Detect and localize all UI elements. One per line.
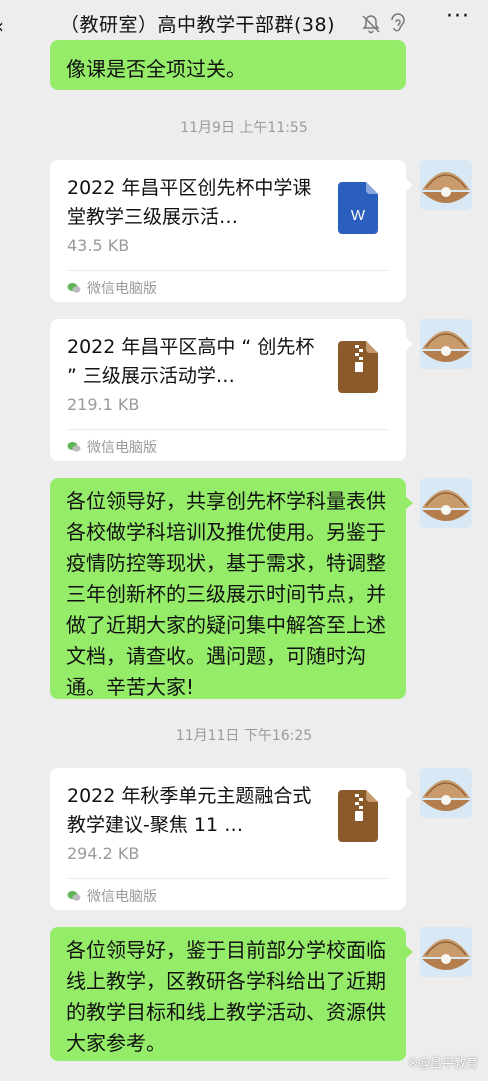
message-bubble[interactable]: 像课是否全项过关。 bbox=[50, 40, 406, 90]
message-text: 像课是否全项过关。 bbox=[66, 57, 246, 81]
file-name: 2022 年秋季单元主题融合式教学建议-聚焦 11 … bbox=[67, 785, 312, 836]
file-size: 219.1 KB bbox=[67, 395, 140, 414]
mute-bell-icon bbox=[362, 15, 380, 34]
wechat-pc-icon bbox=[67, 442, 81, 452]
source-text: 微信电脑版 bbox=[87, 281, 157, 297]
avatar[interactable] bbox=[420, 319, 472, 369]
pearl-shell-avatar-icon bbox=[420, 768, 472, 818]
wechat-pc-icon bbox=[67, 283, 81, 293]
back-icon[interactable]: ‹ bbox=[0, 14, 4, 38]
avatar[interactable] bbox=[420, 927, 472, 977]
message-bubble[interactable]: 各位领导好，鉴于目前部分学校面临线上教学，区教研各学科给出了近期的教学目标和线上… bbox=[50, 927, 413, 1061]
svg-text:W: W bbox=[351, 207, 366, 224]
file-size: 43.5 KB bbox=[67, 236, 130, 255]
timestamp: 11月11日 下午16:25 bbox=[175, 728, 313, 744]
pearl-shell-avatar-icon bbox=[420, 319, 472, 369]
file-name: 2022 年昌平区高中 “ 创先杯 ” 三级展示活动学… bbox=[67, 336, 315, 387]
pearl-shell-avatar-icon bbox=[420, 478, 472, 528]
watermark: ※@昌平教育 bbox=[407, 1056, 478, 1070]
zip-icon bbox=[338, 790, 378, 842]
message-text: 各位领导好，鉴于目前部分学校面临线上教学，区教研各学科给出了近期的教学目标和线上… bbox=[66, 938, 386, 1055]
file-size: 294.2 KB bbox=[67, 844, 140, 863]
bubble-tail bbox=[405, 945, 413, 959]
file-message-card[interactable]: 2022 年秋季单元主题融合式教学建议-聚焦 11 … 294.2 KB 微信电… bbox=[50, 768, 413, 910]
bubble-tail bbox=[405, 178, 413, 192]
message-text: 各位领导好，共享创先杯学科量表供各校做学科培训及推优使用。另鉴于疫情防控等现状，… bbox=[66, 489, 386, 699]
zip-icon bbox=[338, 341, 378, 393]
wechat-pc-icon bbox=[67, 891, 81, 901]
source-text: 微信电脑版 bbox=[87, 889, 157, 905]
timestamp: 11月9日 上午11:55 bbox=[180, 120, 308, 136]
message-bubble[interactable]: 各位领导好，共享创先杯学科量表供各校做学科培训及推优使用。另鉴于疫情防控等现状，… bbox=[50, 478, 413, 699]
source-text: 微信电脑版 bbox=[87, 440, 157, 456]
avatar[interactable] bbox=[420, 768, 472, 818]
file-message-card[interactable]: 2022 年昌平区高中 “ 创先杯 ” 三级展示活动学… 219.1 KB 微信… bbox=[50, 319, 413, 461]
source-label: 微信电脑版 bbox=[67, 437, 157, 457]
more-options-button[interactable]: ··· bbox=[446, 4, 470, 29]
word-icon: W bbox=[338, 182, 378, 234]
card-divider bbox=[67, 878, 389, 879]
source-label: 微信电脑版 bbox=[67, 278, 157, 298]
file-message-card[interactable]: 2022 年昌平区创先杯中学课堂教学三级展示活… 43.5 KB W 微信电脑版 bbox=[50, 160, 413, 302]
avatar[interactable] bbox=[420, 160, 472, 210]
pearl-shell-avatar-icon bbox=[420, 160, 472, 210]
pearl-shell-avatar-icon bbox=[420, 927, 472, 977]
file-name: 2022 年昌平区创先杯中学课堂教学三级展示活… bbox=[67, 177, 312, 228]
source-label: 微信电脑版 bbox=[67, 886, 157, 906]
avatar[interactable] bbox=[420, 478, 472, 528]
bubble-tail bbox=[405, 496, 413, 510]
bubble-tail bbox=[405, 337, 413, 351]
card-divider bbox=[67, 270, 389, 271]
earpiece-icon bbox=[391, 13, 405, 32]
chat-title: （教研室）高中教学干部群(38) bbox=[60, 14, 336, 36]
bubble-tail bbox=[405, 786, 413, 800]
card-divider bbox=[67, 429, 389, 430]
